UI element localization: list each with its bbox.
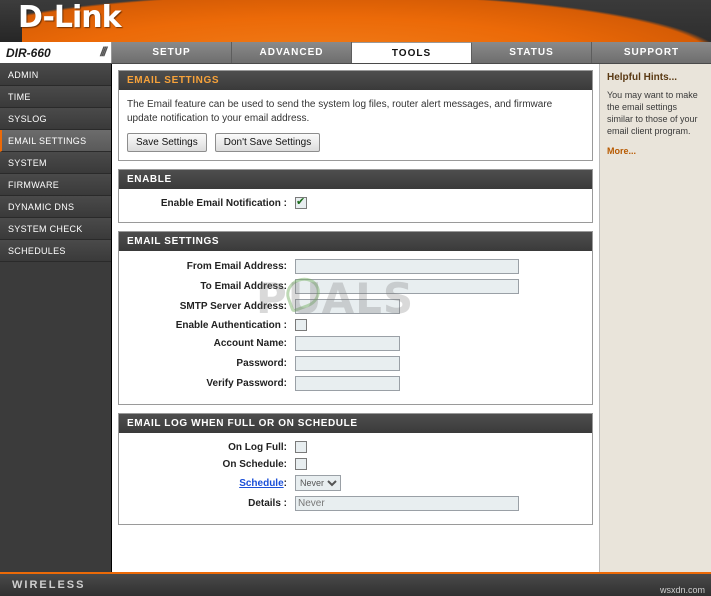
verify-password-label: Verify Password:: [206, 378, 287, 389]
main-navigation: DIR-660 /// SETUP ADVANCED TOOLS STATUS …: [0, 42, 711, 64]
footer-credit: wsxdn.com: [659, 585, 705, 595]
enable-panel-body: Enable Email Notification :: [119, 189, 592, 222]
on-log-full-row: On Log Full:: [127, 441, 584, 453]
tab-advanced[interactable]: ADVANCED: [232, 42, 352, 63]
password-row: Password:: [127, 356, 584, 371]
smtp-server-row: SMTP Server Address:: [127, 299, 584, 314]
sidebar-item-syslog[interactable]: SYSLOG: [0, 108, 111, 130]
on-schedule-checkbox[interactable]: [295, 458, 307, 470]
router-model-label: DIR-660: [6, 45, 51, 60]
to-email-row: To Email Address:: [127, 279, 584, 294]
details-label: Details :: [248, 498, 287, 509]
site-banner: D-Link: [0, 0, 711, 42]
to-email-input[interactable]: [295, 279, 519, 294]
enable-email-notification-label: Enable Email Notification :: [160, 197, 287, 209]
account-name-row: Account Name:: [127, 336, 584, 351]
on-log-full-label: On Log Full:: [228, 441, 287, 453]
from-email-row: From Email Address:: [127, 259, 584, 274]
on-schedule-label: On Schedule:: [222, 458, 287, 470]
enable-panel-title: ENABLE: [119, 170, 592, 189]
sidebar-item-schedules[interactable]: SCHEDULES: [0, 240, 111, 262]
email-settings-intro-panel: EMAIL SETTINGS The Email feature can be …: [118, 70, 593, 161]
intro-button-row: Save Settings Don't Save Settings: [127, 133, 584, 152]
hints-more-link[interactable]: More...: [607, 146, 704, 156]
sidebar-item-admin[interactable]: ADMIN: [0, 64, 111, 86]
enable-authentication-row: Enable Authentication :: [127, 319, 584, 331]
save-settings-button[interactable]: Save Settings: [127, 133, 207, 152]
from-email-input[interactable]: [295, 259, 519, 274]
sidebar-item-system[interactable]: SYSTEM: [0, 152, 111, 174]
router-model-box: DIR-660 ///: [0, 42, 112, 63]
sidebar-item-system-check[interactable]: SYSTEM CHECK: [0, 218, 111, 240]
dlink-logo: D-Link: [18, 0, 122, 35]
intro-panel-body: The Email feature can be used to send th…: [119, 90, 592, 160]
enable-panel: ENABLE Enable Email Notification :: [118, 169, 593, 223]
hints-title: Helpful Hints...: [607, 72, 677, 83]
enable-email-notification-checkbox[interactable]: [295, 195, 307, 209]
tab-status[interactable]: STATUS: [472, 42, 592, 63]
password-label: Password:: [236, 358, 287, 369]
helpful-hints-panel: Helpful Hints... You may want to make th…: [599, 64, 711, 572]
intro-panel-title: EMAIL SETTINGS: [119, 71, 592, 90]
on-log-full-checkbox[interactable]: [295, 441, 307, 453]
account-name-input[interactable]: [295, 336, 400, 351]
sidebar-item-firmware[interactable]: FIRMWARE: [0, 174, 111, 196]
smtp-server-label: SMTP Server Address:: [179, 301, 287, 312]
decorative-slashes: ///: [100, 44, 107, 59]
tab-tools[interactable]: TOOLS: [352, 42, 472, 63]
footer-label: WIRELESS: [12, 579, 86, 591]
email-log-panel-body: On Log Full: On Schedule: Schedule: Neve…: [119, 433, 592, 524]
details-input: [295, 496, 519, 511]
schedule-colon: :: [283, 477, 287, 489]
intro-description: The Email feature can be used to send th…: [127, 99, 553, 124]
tab-support[interactable]: SUPPORT: [592, 42, 711, 63]
sidebar-item-dynamic-dns[interactable]: DYNAMIC DNS: [0, 196, 111, 218]
enable-authentication-label: Enable Authentication :: [175, 319, 287, 331]
page-footer: WIRELESS wsxdn.com: [0, 572, 711, 596]
password-input[interactable]: [295, 356, 400, 371]
schedule-row: Schedule: Never: [127, 475, 584, 491]
tab-setup[interactable]: SETUP: [112, 42, 232, 63]
smtp-server-input[interactable]: [295, 299, 400, 314]
email-log-panel-title: EMAIL LOG WHEN FULL OR ON SCHEDULE: [119, 414, 592, 433]
verify-password-input[interactable]: [295, 376, 400, 391]
on-schedule-row: On Schedule:: [127, 458, 584, 470]
email-settings-panel: EMAIL SETTINGS From Email Address: To Em…: [118, 231, 593, 405]
sidebar: ADMIN TIME SYSLOG EMAIL SETTINGS SYSTEM …: [0, 64, 112, 572]
sidebar-item-time[interactable]: TIME: [0, 86, 111, 108]
hints-body: You may want to make the email settings …: [607, 90, 698, 137]
to-email-label: To Email Address:: [200, 281, 287, 292]
verify-password-row: Verify Password:: [127, 376, 584, 391]
schedule-link[interactable]: Schedule: [239, 478, 283, 489]
main-panel: EMAIL SETTINGS The Email feature can be …: [112, 64, 599, 572]
enable-email-notification-row: Enable Email Notification :: [127, 195, 584, 209]
enable-authentication-checkbox[interactable]: [295, 319, 307, 331]
account-name-label: Account Name:: [213, 338, 287, 349]
schedule-label-wrap: Schedule:: [127, 478, 295, 489]
dont-save-settings-button[interactable]: Don't Save Settings: [214, 133, 321, 152]
page-content: ADMIN TIME SYSLOG EMAIL SETTINGS SYSTEM …: [0, 64, 711, 572]
schedule-select[interactable]: Never: [295, 475, 341, 491]
sidebar-item-email-settings[interactable]: EMAIL SETTINGS: [0, 130, 111, 152]
from-email-label: From Email Address:: [186, 261, 287, 272]
email-settings-panel-body: From Email Address: To Email Address: SM…: [119, 251, 592, 404]
details-row: Details :: [127, 496, 584, 511]
email-log-panel: EMAIL LOG WHEN FULL OR ON SCHEDULE On Lo…: [118, 413, 593, 525]
email-settings-panel-title: EMAIL SETTINGS: [119, 232, 592, 251]
